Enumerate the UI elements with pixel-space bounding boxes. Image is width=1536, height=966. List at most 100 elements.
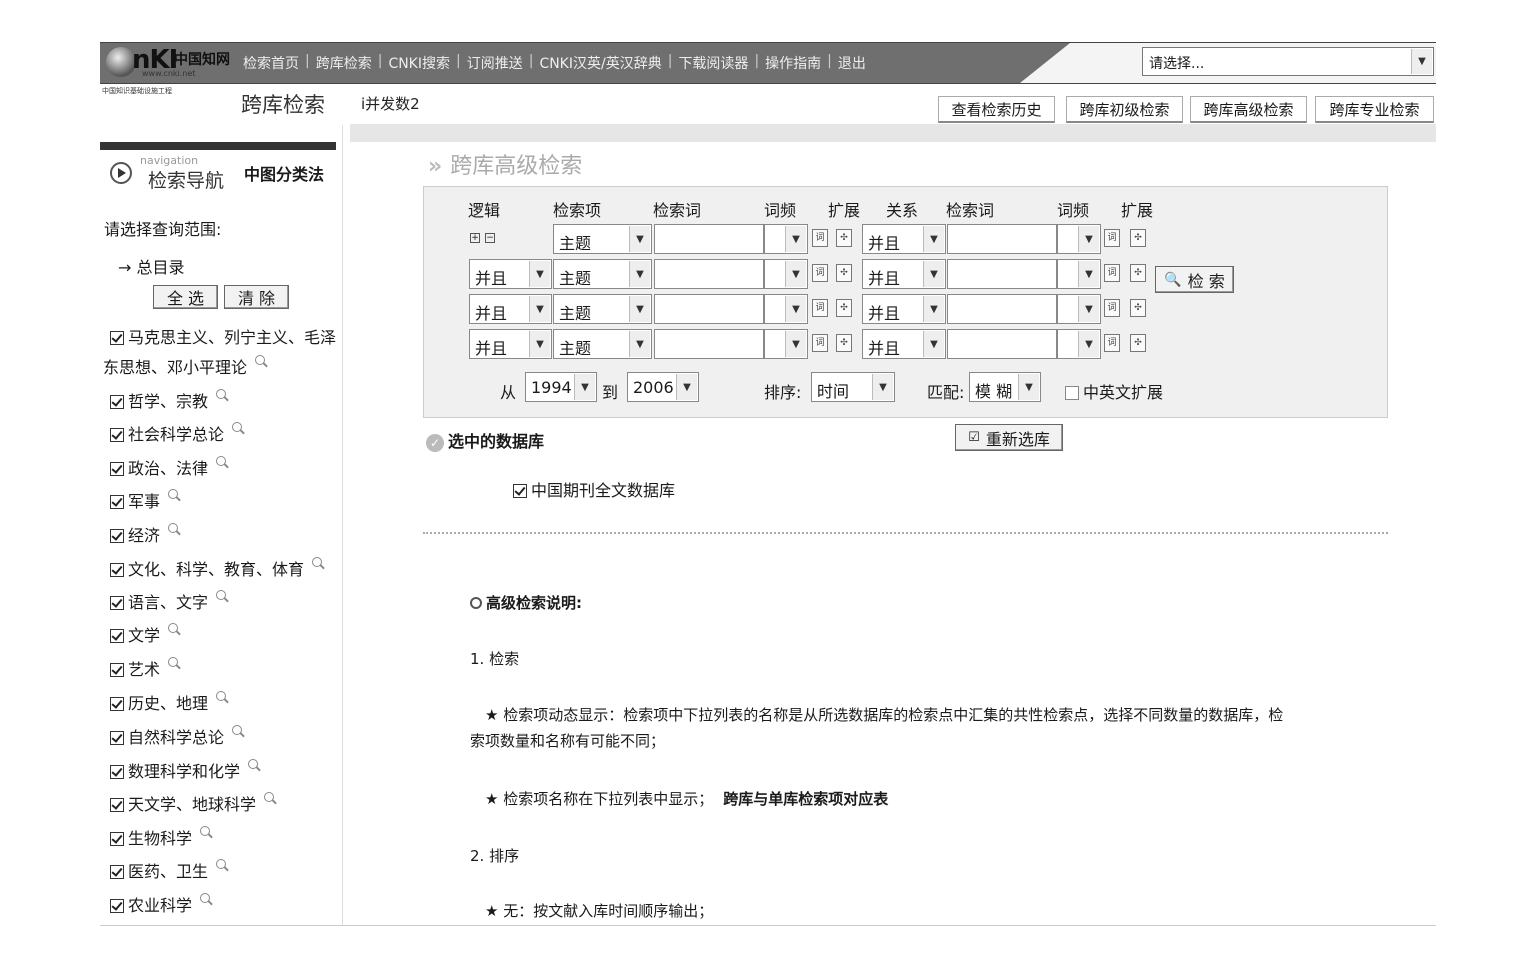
- tab-basic-search[interactable]: 跨库初级检索: [1066, 96, 1183, 123]
- magnifier-icon[interactable]: [216, 859, 227, 869]
- freq2-select[interactable]: ▼: [1057, 259, 1101, 289]
- magnifier-icon[interactable]: [168, 489, 179, 499]
- logic-select[interactable]: 并且 ▼: [469, 329, 552, 359]
- freq-select[interactable]: ▼: [764, 294, 808, 324]
- nav-cnki-search[interactable]: CNKI搜索: [388, 53, 450, 73]
- checkbox[interactable]: [110, 563, 124, 577]
- magnifier-icon[interactable]: [216, 389, 227, 399]
- relation-select[interactable]: 并且 ▼: [862, 329, 946, 359]
- checkbox[interactable]: [110, 798, 124, 812]
- category-item[interactable]: 生物科学: [110, 825, 211, 849]
- checkbox[interactable]: [110, 395, 124, 409]
- category-item[interactable]: 社会科学总论: [110, 421, 243, 445]
- magnifier-icon[interactable]: [168, 623, 179, 633]
- magnifier-icon[interactable]: [216, 691, 227, 701]
- checkbox[interactable]: [1065, 386, 1079, 400]
- category-item[interactable]: 语言、文字: [110, 589, 227, 613]
- expand-icon[interactable]: ✣: [1130, 264, 1146, 282]
- expand-icon[interactable]: ✣: [1130, 334, 1146, 352]
- field-select[interactable]: 主题 ▼: [553, 329, 652, 359]
- category-item[interactable]: 经济: [110, 522, 179, 546]
- magnifier-icon[interactable]: [168, 523, 179, 533]
- checkbox[interactable]: [110, 629, 124, 643]
- checkbox[interactable]: [110, 428, 124, 442]
- expand-icon[interactable]: ✣: [1130, 229, 1146, 247]
- magnifier-icon[interactable]: [312, 557, 323, 567]
- term-input[interactable]: [654, 224, 764, 254]
- dictionary-icon[interactable]: 词: [1104, 299, 1120, 317]
- freq-select[interactable]: ▼: [764, 259, 808, 289]
- field-select[interactable]: 主题 ▼: [553, 294, 652, 324]
- magnifier-icon[interactable]: [255, 355, 266, 365]
- dictionary-icon[interactable]: 词: [1104, 229, 1120, 247]
- term-input[interactable]: [654, 294, 764, 324]
- dictionary-icon[interactable]: 词: [812, 334, 828, 352]
- relation-select[interactable]: 并且 ▼: [862, 259, 946, 289]
- category-item[interactable]: 医药、卫生: [110, 858, 227, 882]
- expand-icon[interactable]: ✣: [836, 229, 852, 247]
- dictionary-icon[interactable]: 词: [1104, 334, 1120, 352]
- category-item[interactable]: 哲学、宗教: [110, 388, 227, 412]
- nav-logout[interactable]: 退出: [838, 53, 866, 73]
- database-item[interactable]: 中国期刊全文数据库: [513, 477, 675, 501]
- category-item[interactable]: 艺术: [110, 656, 179, 680]
- dictionary-icon[interactable]: 词: [1104, 264, 1120, 282]
- select-all-button[interactable]: 全 选: [153, 285, 218, 309]
- reselect-db-button[interactable]: ☑ 重新选库: [955, 424, 1063, 451]
- top-select[interactable]: 请选择... ▼: [1142, 47, 1434, 76]
- minus-icon[interactable]: −: [485, 233, 495, 243]
- tab-advanced-search[interactable]: 跨库高级检索: [1190, 96, 1307, 123]
- checkbox[interactable]: [110, 495, 124, 509]
- cnki-logo[interactable]: nKI 中国知网 www.cnki.net: [104, 45, 240, 79]
- checkbox[interactable]: [110, 865, 124, 879]
- term-input[interactable]: [654, 329, 764, 359]
- category-item[interactable]: 农业科学: [110, 892, 211, 916]
- magnifier-icon[interactable]: [264, 792, 275, 802]
- checkbox[interactable]: [110, 697, 124, 711]
- magnifier-icon[interactable]: [168, 657, 179, 667]
- nav-home[interactable]: 检索首页: [243, 53, 299, 73]
- cn-en-expand[interactable]: 中英文扩展: [1065, 379, 1163, 403]
- category-item[interactable]: 马克思主义、列宁主义、毛泽: [110, 324, 336, 348]
- category-item[interactable]: 政治、法律: [110, 455, 227, 479]
- tab-expert-search[interactable]: 跨库专业检索: [1315, 96, 1434, 123]
- category-item[interactable]: 自然科学总论: [110, 724, 243, 748]
- logic-select[interactable]: 并且 ▼: [469, 294, 552, 324]
- category-item[interactable]: 历史、地理: [110, 690, 227, 714]
- sort-select[interactable]: 时间 ▼: [811, 372, 895, 402]
- magnifier-icon[interactable]: [216, 590, 227, 600]
- plus-icon[interactable]: +: [470, 233, 480, 243]
- category-item[interactable]: 军事: [110, 488, 179, 512]
- expand-icon[interactable]: ✣: [1130, 299, 1146, 317]
- magnifier-icon[interactable]: [232, 725, 243, 735]
- nav-subscribe[interactable]: 订阅推送: [467, 53, 523, 73]
- freq-select[interactable]: ▼: [764, 329, 808, 359]
- checkbox[interactable]: [110, 663, 124, 677]
- freq-select[interactable]: ▼: [764, 224, 808, 254]
- checkbox[interactable]: [110, 899, 124, 913]
- checkbox[interactable]: [513, 484, 527, 498]
- freq2-select[interactable]: ▼: [1057, 224, 1101, 254]
- category-item[interactable]: 天文学、地球科学: [110, 791, 275, 815]
- category-item[interactable]: 数理科学和化学: [110, 758, 259, 782]
- term2-input[interactable]: [947, 224, 1057, 254]
- checkbox[interactable]: [110, 331, 124, 345]
- checkbox[interactable]: [110, 529, 124, 543]
- from-year-select[interactable]: 1994 ▼: [525, 372, 597, 402]
- checkbox[interactable]: [110, 596, 124, 610]
- to-year-select[interactable]: 2006 ▼: [627, 372, 699, 402]
- relation-select[interactable]: 并且 ▼: [862, 224, 946, 254]
- category-item[interactable]: 文化、科学、教育、体育: [110, 556, 323, 580]
- term2-input[interactable]: [947, 294, 1057, 324]
- term-input[interactable]: [654, 259, 764, 289]
- nav-reader[interactable]: 下载阅读器: [678, 53, 748, 73]
- match-select[interactable]: 模 糊 ▼: [969, 372, 1041, 402]
- magnifier-icon[interactable]: [232, 422, 243, 432]
- checkbox[interactable]: [110, 832, 124, 846]
- freq2-select[interactable]: ▼: [1057, 329, 1101, 359]
- magnifier-icon[interactable]: [200, 893, 211, 903]
- root-catalog[interactable]: → 总目录: [118, 254, 185, 278]
- tab-search-history[interactable]: 查看检索历史: [938, 96, 1055, 123]
- expand-icon[interactable]: ✣: [836, 264, 852, 282]
- classification-label[interactable]: 中图分类法: [244, 161, 324, 185]
